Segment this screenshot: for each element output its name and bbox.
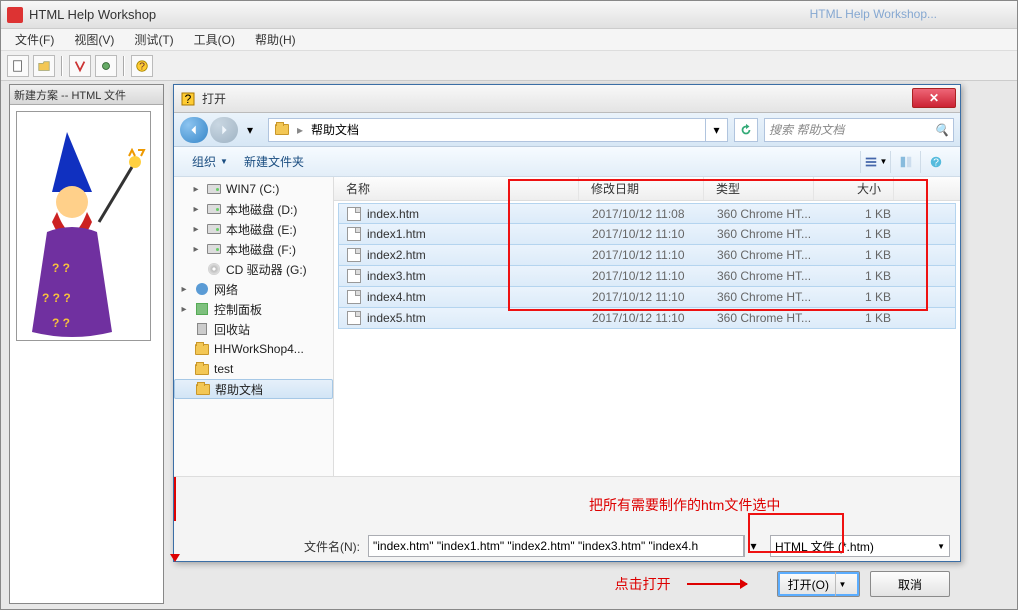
breadcrumb-root-icon[interactable] xyxy=(269,119,295,141)
folder-tree[interactable]: ▸WIN7 (C:)▸本地磁盘 (D:)▸本地磁盘 (E:)▸本地磁盘 (F:)… xyxy=(174,177,334,476)
wizard-window: 新建方案 -- HTML 文件 ? ? ? ? ? ? ? xyxy=(9,84,164,604)
tree-item[interactable]: CD 驱动器 (G:) xyxy=(174,259,333,279)
help-button[interactable]: ? xyxy=(131,55,153,77)
file-row[interactable]: index2.htm2017/10/12 11:10360 Chrome HT.… xyxy=(338,245,956,266)
taskbar-hint: HTML Help Workshop... xyxy=(810,7,937,21)
tree-item[interactable]: ▸控制面板 xyxy=(174,299,333,319)
dialog-toolbar: 组织▼ 新建文件夹 ▼ ? xyxy=(174,147,960,177)
app-icon xyxy=(7,7,23,23)
separator xyxy=(123,56,125,76)
tree-item[interactable]: HHWorkShop4... xyxy=(174,339,333,359)
main-menu: 文件(F) 视图(V) 测试(T) 工具(O) 帮助(H) xyxy=(1,29,1017,51)
new-button[interactable] xyxy=(7,55,29,77)
tree-item[interactable]: test xyxy=(174,359,333,379)
main-titlebar: HTML Help Workshop HTML Help Workshop... xyxy=(1,1,1017,29)
file-row[interactable]: index3.htm2017/10/12 11:10360 Chrome HT.… xyxy=(338,266,956,287)
file-row[interactable]: index1.htm2017/10/12 11:10360 Chrome HT.… xyxy=(338,224,956,245)
filename-label: 文件名(N): xyxy=(304,538,360,555)
wizard-title: 新建方案 -- HTML 文件 xyxy=(10,85,163,105)
file-row[interactable]: index4.htm2017/10/12 11:10360 Chrome HT.… xyxy=(338,287,956,308)
new-folder-button[interactable]: 新建文件夹 xyxy=(236,147,312,176)
svg-text:? ?: ? ? xyxy=(52,316,70,330)
header-size[interactable]: 大小 xyxy=(814,177,894,200)
svg-text:?: ? xyxy=(933,156,939,168)
menu-file[interactable]: 文件(F) xyxy=(5,31,64,48)
file-list[interactable]: 名称 修改日期 类型 大小 index.htm2017/10/12 11:083… xyxy=(334,177,960,476)
open-dialog: ? 打开 ✕ ▾ ▸ 帮助文档 ▾ 搜索 帮助文档 🔍 组织▼ 新建文件夹 ▼ … xyxy=(173,84,961,562)
annotation-arrow-down xyxy=(174,477,176,521)
help-icon[interactable]: ? xyxy=(920,151,950,173)
menu-test[interactable]: 测试(T) xyxy=(124,31,183,48)
svg-text:?: ? xyxy=(139,60,145,72)
chevron-right-icon: ▸ xyxy=(295,123,305,137)
tree-item[interactable]: 回收站 xyxy=(174,319,333,339)
refresh-button[interactable] xyxy=(734,118,758,142)
tree-item[interactable]: ▸本地磁盘 (F:) xyxy=(174,239,333,259)
dialog-body: ▸WIN7 (C:)▸本地磁盘 (D:)▸本地磁盘 (E:)▸本地磁盘 (F:)… xyxy=(174,177,960,477)
search-icon: 🔍 xyxy=(934,123,949,137)
tree-item[interactable]: ▸本地磁盘 (D:) xyxy=(174,199,333,219)
annotation-click-open: 点击打开 xyxy=(615,574,671,594)
cancel-button[interactable]: 取消 xyxy=(870,571,950,597)
main-toolbar: ? xyxy=(1,51,1017,81)
search-placeholder: 搜索 帮助文档 xyxy=(769,121,844,138)
breadcrumb-folder[interactable]: 帮助文档 xyxy=(305,119,365,141)
file-row[interactable]: index.htm2017/10/12 11:08360 Chrome HT..… xyxy=(338,203,956,224)
nav-history-drop[interactable]: ▾ xyxy=(242,125,258,135)
app-title: HTML Help Workshop xyxy=(29,7,156,22)
svg-text:? ? ?: ? ? ? xyxy=(42,291,71,305)
nav-back-button[interactable] xyxy=(180,117,208,143)
tool-button[interactable] xyxy=(95,55,117,77)
menu-tools[interactable]: 工具(O) xyxy=(184,31,245,48)
compile-button[interactable] xyxy=(69,55,91,77)
breadcrumb-drop[interactable]: ▾ xyxy=(705,119,727,141)
filename-input[interactable]: "index.htm" "index1.htm" "index2.htm" "i… xyxy=(368,535,744,557)
search-input[interactable]: 搜索 帮助文档 🔍 xyxy=(764,118,954,142)
separator xyxy=(61,56,63,76)
open-button[interactable] xyxy=(33,55,55,77)
annotation-arrow-right xyxy=(687,583,747,585)
header-date[interactable]: 修改日期 xyxy=(579,177,704,200)
header-name[interactable]: 名称 xyxy=(334,177,579,200)
filter-combo[interactable]: HTML 文件 (*.htm) ▼ xyxy=(770,535,950,557)
annotation-select-all: 把所有需要制作的htm文件选中 xyxy=(589,495,780,515)
dialog-title: 打开 xyxy=(202,90,226,107)
menu-help[interactable]: 帮助(H) xyxy=(245,31,306,48)
header-type[interactable]: 类型 xyxy=(704,177,814,200)
dialog-footer: 文件名(N): "index.htm" "index1.htm" "index2… xyxy=(174,521,960,603)
filename-drop[interactable]: ▾ xyxy=(744,535,762,557)
close-button[interactable]: ✕ xyxy=(912,88,956,108)
breadcrumb[interactable]: ▸ 帮助文档 ▾ xyxy=(268,118,728,142)
menu-view[interactable]: 视图(V) xyxy=(64,31,124,48)
tree-item[interactable]: ▸网络 xyxy=(174,279,333,299)
svg-text:? ?: ? ? xyxy=(52,261,70,275)
open-button[interactable]: 打开(O)▼ xyxy=(777,571,860,597)
file-headers[interactable]: 名称 修改日期 类型 大小 xyxy=(334,177,960,201)
preview-pane-button[interactable] xyxy=(890,151,920,173)
svg-text:?: ? xyxy=(185,92,192,106)
dialog-nav: ▾ ▸ 帮助文档 ▾ 搜索 帮助文档 🔍 xyxy=(174,113,960,147)
nav-forward-button[interactable] xyxy=(210,117,238,143)
tree-item[interactable]: ▸本地磁盘 (E:) xyxy=(174,219,333,239)
dialog-titlebar[interactable]: ? 打开 ✕ xyxy=(174,85,960,113)
organize-button[interactable]: 组织▼ xyxy=(184,147,236,176)
dialog-icon: ? xyxy=(180,91,196,107)
file-row[interactable]: index5.htm2017/10/12 11:10360 Chrome HT.… xyxy=(338,308,956,329)
tree-item[interactable]: ▸WIN7 (C:) xyxy=(174,179,333,199)
wizard-image: ? ? ? ? ? ? ? xyxy=(16,111,151,341)
wizard-panel: ? ? ? ? ? ? ? xyxy=(10,105,163,347)
tree-item[interactable]: 帮助文档 xyxy=(174,379,333,399)
view-mode-button[interactable]: ▼ xyxy=(860,151,890,173)
